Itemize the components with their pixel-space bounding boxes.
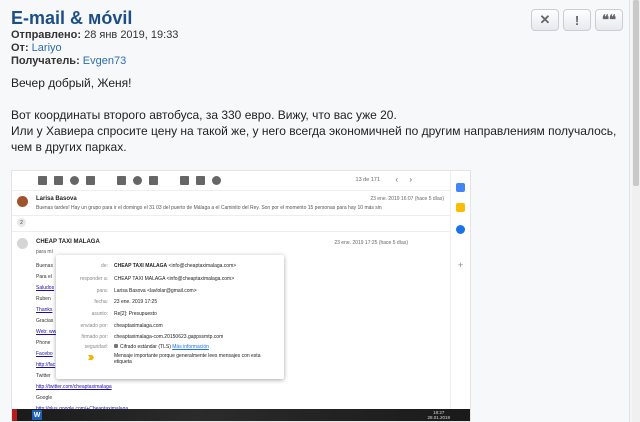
tasks-icon[interactable] [456, 225, 465, 234]
popup-key: responder a: [79, 276, 108, 282]
popup-row: fecha: 23 ene. 2019 17:25 [56, 299, 284, 309]
recipient-toggle[interactable]: para mí [36, 249, 53, 255]
popup-row: firmado por: cheaptaximalaga-com.2015062… [56, 334, 284, 344]
quote-button[interactable]: ❝❝ [595, 9, 623, 31]
popup-sender-name: CHEAP TAXI MALAGA [114, 263, 168, 269]
popup-key: fecha: [94, 299, 108, 305]
popup-value: <info@cheaptaximalaga.com> [168, 263, 237, 269]
popup-value: Re[2]: Presupuesto [114, 311, 157, 317]
popup-value: 23 ene. 2019 17:25 [114, 299, 158, 305]
sender-name: CHEAP TAXI MALAGA [36, 239, 100, 245]
divider [12, 215, 452, 216]
from-label: От: [11, 42, 29, 54]
gmail-side-rail: + [450, 171, 470, 421]
message-date: 23 ene. 2019 16:07 (hace 5 días) [370, 196, 444, 202]
importance-marker-icon [88, 355, 94, 360]
message-date: 23 ene. 2019 17:25 (hace 5 días) [334, 240, 408, 246]
word-icon: W [32, 410, 42, 420]
message-snippet: Buenas tardes! Hay un grupo para ir el d… [36, 205, 382, 211]
more-info-link[interactable]: Más información [172, 344, 209, 350]
lock-icon [114, 344, 118, 348]
popup-value: CHEAP TAXI MALAGA <info@cheaptaximalaga.… [114, 276, 235, 282]
snooze-icon [133, 176, 142, 185]
body-line: Google [36, 395, 53, 401]
back-icon [38, 176, 47, 185]
page-scrollbar[interactable] [632, 0, 640, 422]
keep-icon[interactable] [456, 203, 465, 212]
delete-icon [86, 176, 95, 185]
popup-value: Larisa Basova <lavlolar@gmail.com> [114, 288, 197, 294]
to-user-link[interactable]: Evgen73 [83, 55, 126, 67]
add-icon[interactable]: + [456, 261, 465, 270]
spam-icon [70, 176, 79, 185]
post-meta: Отправлено: 28 янв 2019, 19:33 От: Lariy… [11, 29, 178, 68]
message-count: 13 de 171 [355, 177, 380, 183]
forum-post: E-mail & мóvil ✕ ! ❝❝ Отправлено: 28 янв… [0, 0, 630, 422]
report-button[interactable]: ! [563, 9, 591, 31]
from-user-link[interactable]: Lariyo [32, 42, 62, 54]
next-icon: › [409, 175, 412, 184]
post-title: E-mail & мóvil [11, 8, 133, 28]
to-label: Получатель: [11, 55, 80, 67]
scrollbar-thumb[interactable] [633, 0, 639, 186]
sender-details-popup: de: CHEAP TAXI MALAGA <info@cheaptaximal… [56, 255, 284, 379]
taskbar-clock: 18:27 28.01.2019 [427, 410, 450, 420]
message-larisa: Larisa Basova Buenas tardes! Hay un grup… [12, 193, 452, 213]
popup-row: de: CHEAP TAXI MALAGA <info@cheaptaximal… [56, 263, 284, 273]
popup-key: firmado por: [81, 334, 108, 340]
windows-taskbar: W 18:27 28.01.2019 [12, 409, 470, 421]
taskbar-app-icon [12, 409, 17, 421]
task-icon [149, 176, 158, 185]
popup-row: responder a: CHEAP TAXI MALAGA <info@che… [56, 276, 284, 286]
body-line: http://twitter.com/cheaptaximalaga [36, 384, 112, 390]
popup-row: asunto: Re[2]: Presupuesto [56, 311, 284, 321]
popup-key: asunto: [91, 311, 108, 317]
popup-key: seguridad: [84, 344, 108, 350]
popup-key: enviado por: [80, 323, 108, 329]
embedded-screenshot[interactable]: 13 de 171 ‹ › Larisa Basova Buenas tarde… [11, 170, 471, 422]
sender-name: Larisa Basova [36, 196, 77, 202]
divider [12, 231, 452, 232]
avatar [17, 196, 28, 207]
gmail-toolbar [12, 171, 452, 191]
collapsed-count-badge: 2 [17, 218, 26, 227]
body-greeting: Вечер добрый, Женя! [11, 76, 132, 90]
calendar-icon[interactable] [456, 183, 465, 192]
importance-note: Mensaje importante porque generalmente l… [114, 353, 261, 365]
clock-date: 28.01.2019 [427, 415, 450, 420]
popup-row: enviado por: cheaptaximalaga.com [56, 323, 284, 333]
body-line: Или у Хавиера спросите цену на такой же,… [11, 124, 617, 138]
popup-key: para: [96, 288, 108, 294]
body-line: чем в других парках. [11, 140, 127, 154]
post-body: Вечер добрый, Женя! Вот координаты второ… [11, 75, 623, 155]
archive-icon [54, 176, 63, 185]
post-actions: ✕ ! ❝❝ [531, 9, 623, 31]
avatar [17, 238, 28, 249]
popup-value: cheaptaximalaga.com [114, 323, 163, 329]
folder-icon [180, 176, 189, 185]
popup-value: Cifrado estándar (TLS) [120, 344, 171, 350]
sent-value: 28 янв 2019, 19:33 [84, 29, 179, 41]
popup-row: para: Larisa Basova <lavlolar@gmail.com> [56, 288, 284, 298]
mail-icon [117, 176, 126, 185]
label-icon [196, 176, 205, 185]
popup-key: de: [101, 263, 108, 269]
delete-button[interactable]: ✕ [531, 9, 559, 31]
prev-icon: ‹ [395, 175, 398, 184]
sent-label: Отправлено: [11, 29, 82, 41]
more-icon [212, 176, 221, 185]
popup-value: cheaptaximalaga-com.20150623.gappssmtp.c… [114, 334, 224, 340]
body-line: Вот координаты второго автобуса, за 330 … [11, 108, 397, 122]
